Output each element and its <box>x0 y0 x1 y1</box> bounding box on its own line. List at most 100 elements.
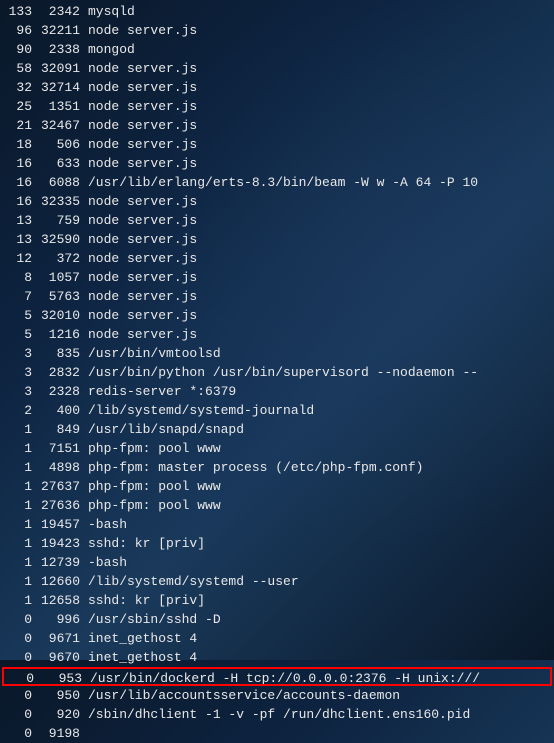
pid-value: 32714 <box>32 78 80 97</box>
process-row: 127637php-fpm: pool www <box>4 477 550 496</box>
process-row: 1332590node server.js <box>4 230 550 249</box>
cpu-value: 0 <box>4 686 32 705</box>
cpu-value: 13 <box>4 211 32 230</box>
cpu-value: 1 <box>4 458 32 477</box>
cpu-value: 3 <box>4 363 32 382</box>
cpu-value: 0 <box>4 610 32 629</box>
process-row: 18506node server.js <box>4 135 550 154</box>
process-row: 51216node server.js <box>4 325 550 344</box>
cpu-value: 1 <box>4 496 32 515</box>
command-value: /sbin/dhclient -1 -v -pf /run/dhclient.e… <box>80 705 470 724</box>
command-value: node server.js <box>80 249 197 268</box>
process-row: 3232714node server.js <box>4 78 550 97</box>
process-row: 5832091node server.js <box>4 59 550 78</box>
command-value: sshd: kr [priv] <box>80 591 205 610</box>
cpu-value: 0 <box>4 648 32 667</box>
cpu-value: 25 <box>4 97 32 116</box>
command-value: node server.js <box>80 306 197 325</box>
process-row: 13759node server.js <box>4 211 550 230</box>
pid-value: 9198 <box>32 724 80 743</box>
command-value: -bash <box>80 515 127 534</box>
command-value: node server.js <box>80 268 197 287</box>
process-row: 14898php-fpm: master process (/etc/php-f… <box>4 458 550 477</box>
command-value: inet_gethost 4 <box>80 648 197 667</box>
pid-value: 950 <box>32 686 80 705</box>
command-value: mysqld <box>80 2 135 21</box>
pid-value: 7151 <box>32 439 80 458</box>
command-value: node server.js <box>80 59 197 78</box>
pid-value: 32010 <box>32 306 80 325</box>
process-row: 32328redis-server *:6379 <box>4 382 550 401</box>
command-value: node server.js <box>80 21 197 40</box>
cpu-value: 0 <box>4 705 32 724</box>
command-value: php-fpm: pool www <box>80 477 221 496</box>
cpu-value: 0 <box>6 669 34 684</box>
cpu-value: 2 <box>4 401 32 420</box>
cpu-value: 18 <box>4 135 32 154</box>
pid-value: 1216 <box>32 325 80 344</box>
process-row: 9632211node server.js <box>4 21 550 40</box>
command-value: php-fpm: pool www <box>80 439 221 458</box>
cpu-value: 1 <box>4 477 32 496</box>
pid-value: 6088 <box>32 173 80 192</box>
pid-value: 5763 <box>32 287 80 306</box>
command-value: /usr/bin/python /usr/bin/supervisord --n… <box>80 363 478 382</box>
pid-value: 1351 <box>32 97 80 116</box>
cpu-value: 58 <box>4 59 32 78</box>
pid-value: 32590 <box>32 230 80 249</box>
process-row: 1849/usr/lib/snapd/snapd <box>4 420 550 439</box>
pid-value: 12739 <box>32 553 80 572</box>
process-row: 112658sshd: kr [priv] <box>4 591 550 610</box>
pid-value: 996 <box>32 610 80 629</box>
pid-value: 27637 <box>32 477 80 496</box>
pid-value: 32091 <box>32 59 80 78</box>
command-value: redis-server *:6379 <box>80 382 236 401</box>
pid-value: 849 <box>32 420 80 439</box>
process-row: 0920/sbin/dhclient -1 -v -pf /run/dhclie… <box>4 705 550 724</box>
cpu-value: 32 <box>4 78 32 97</box>
cpu-value: 7 <box>4 287 32 306</box>
process-row: 1632335node server.js <box>4 192 550 211</box>
command-value: node server.js <box>80 230 197 249</box>
cpu-value: 1 <box>4 439 32 458</box>
cpu-value: 1 <box>4 515 32 534</box>
command-value: node server.js <box>80 192 197 211</box>
process-row: 0996/usr/sbin/sshd -D <box>4 610 550 629</box>
cpu-value: 5 <box>4 325 32 344</box>
command-value: /lib/systemd/systemd-journald <box>80 401 314 420</box>
command-value: mongod <box>80 40 135 59</box>
cpu-value: 12 <box>4 249 32 268</box>
pid-value: 759 <box>32 211 80 230</box>
command-value: node server.js <box>80 78 197 97</box>
pid-value: 372 <box>32 249 80 268</box>
process-row: 0950/usr/lib/accountsservice/accounts-da… <box>4 686 550 705</box>
process-row: 532010node server.js <box>4 306 550 325</box>
pid-value: 19457 <box>32 515 80 534</box>
pid-value: 32335 <box>32 192 80 211</box>
process-row: 32832/usr/bin/python /usr/bin/supervisor… <box>4 363 550 382</box>
command-value: node server.js <box>80 211 197 230</box>
command-value: /usr/bin/dockerd -H tcp://0.0.0.0:2376 -… <box>82 669 480 684</box>
process-row: 0953/usr/bin/dockerd -H tcp://0.0.0.0:23… <box>2 667 552 686</box>
command-value: node server.js <box>80 135 197 154</box>
process-row: 112739-bash <box>4 553 550 572</box>
cpu-value: 133 <box>4 2 32 21</box>
process-row: 166088/usr/lib/erlang/erts-8.3/bin/beam … <box>4 173 550 192</box>
process-row: 2132467node server.js <box>4 116 550 135</box>
pid-value: 32211 <box>32 21 80 40</box>
process-row: 09198 <box>4 724 550 743</box>
pid-value: 12658 <box>32 591 80 610</box>
process-row: 2400/lib/systemd/systemd-journald <box>4 401 550 420</box>
pid-value: 9671 <box>32 629 80 648</box>
process-row: 09671inet_gethost 4 <box>4 629 550 648</box>
cpu-value: 16 <box>4 192 32 211</box>
cpu-value: 1 <box>4 534 32 553</box>
pid-value: 1057 <box>32 268 80 287</box>
command-value: /usr/sbin/sshd -D <box>80 610 221 629</box>
process-row: 81057node server.js <box>4 268 550 287</box>
pid-value: 9670 <box>32 648 80 667</box>
pid-value: 2832 <box>32 363 80 382</box>
process-row: 17151php-fpm: pool www <box>4 439 550 458</box>
command-value: /usr/bin/vmtoolsd <box>80 344 221 363</box>
pid-value: 19423 <box>32 534 80 553</box>
